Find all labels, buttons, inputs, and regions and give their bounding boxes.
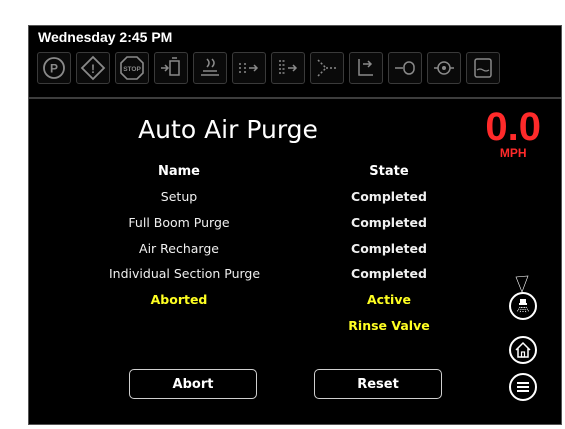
pump-icon bbox=[427, 52, 461, 84]
column-header-state: State bbox=[369, 164, 409, 179]
home-button[interactable] bbox=[509, 336, 537, 364]
stop-icon: STOP bbox=[115, 52, 149, 84]
step-name-air-recharge: Air Recharge bbox=[139, 241, 219, 256]
hamburger-menu-icon bbox=[517, 382, 529, 392]
home-icon bbox=[515, 341, 531, 358]
step-state-rinse-valve: Rinse Valve bbox=[348, 318, 430, 333]
rinse-icon bbox=[193, 52, 227, 84]
reset-button[interactable]: Reset bbox=[314, 369, 442, 399]
page-title: Auto Air Purge bbox=[138, 115, 318, 144]
speed-value: 0.0 bbox=[485, 105, 541, 149]
step-name-individual-section-purge: Individual Section Purge bbox=[109, 266, 261, 281]
step-state-air-recharge: Completed bbox=[351, 241, 427, 256]
menu-button[interactable] bbox=[509, 373, 537, 401]
step-state-setup: Completed bbox=[351, 189, 427, 204]
svg-text:!: ! bbox=[91, 62, 95, 76]
tank-valve-icon bbox=[154, 52, 188, 84]
indicator-row: P ! STOP bbox=[37, 52, 505, 86]
speed-readout: 0.0 MPH bbox=[485, 107, 541, 159]
boom-height-icon bbox=[349, 52, 383, 84]
parking-brake-icon: P bbox=[37, 52, 71, 84]
display-screen: Wednesday 2:45 PM P ! STOP 0.0 MPH Auto … bbox=[28, 25, 562, 425]
valve-icon bbox=[388, 52, 422, 84]
spray-nozzle-icon bbox=[516, 299, 530, 314]
callout-bullet: • bbox=[451, 157, 458, 178]
svg-text:STOP: STOP bbox=[123, 66, 141, 73]
step-name-aborted: Aborted bbox=[150, 292, 208, 307]
datetime-label: Wednesday 2:45 PM bbox=[38, 29, 173, 45]
step-state-active: Active bbox=[367, 292, 411, 307]
column-header-name: Name bbox=[157, 164, 200, 179]
header-divider bbox=[29, 97, 561, 99]
boom-flow-icon bbox=[271, 52, 305, 84]
boom-section-icon bbox=[232, 52, 266, 84]
solution-button[interactable] bbox=[509, 292, 537, 320]
step-state-individual-section-purge: Completed bbox=[351, 266, 427, 281]
tank-level-icon bbox=[466, 52, 500, 84]
step-name-setup: Setup bbox=[160, 189, 198, 204]
status-bar: Wednesday 2:45 PM P ! STOP bbox=[29, 26, 561, 99]
step-name-full-boom-purge: Full Boom Purge bbox=[128, 215, 230, 230]
warning-icon: ! bbox=[76, 52, 110, 84]
abort-button[interactable]: Abort bbox=[129, 369, 257, 399]
callout-text-line2: Button bbox=[470, 182, 525, 203]
callout-text-line1: Solution bbox=[470, 157, 539, 178]
spray-pattern-icon bbox=[310, 52, 344, 84]
svg-text:P: P bbox=[50, 62, 58, 76]
step-state-full-boom-purge: Completed bbox=[351, 215, 427, 230]
